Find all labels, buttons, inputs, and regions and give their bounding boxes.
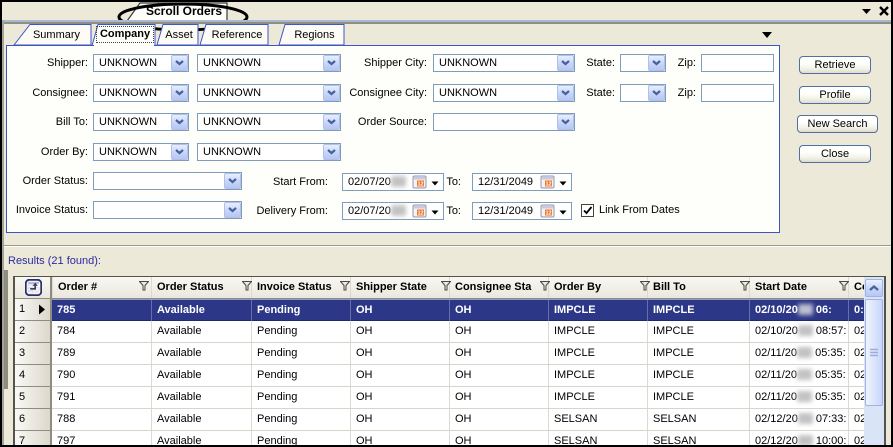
svg-text:12: 12 xyxy=(417,211,423,217)
svg-text:12: 12 xyxy=(545,211,551,217)
svg-text:12: 12 xyxy=(545,182,551,188)
svg-text:12: 12 xyxy=(417,182,423,188)
